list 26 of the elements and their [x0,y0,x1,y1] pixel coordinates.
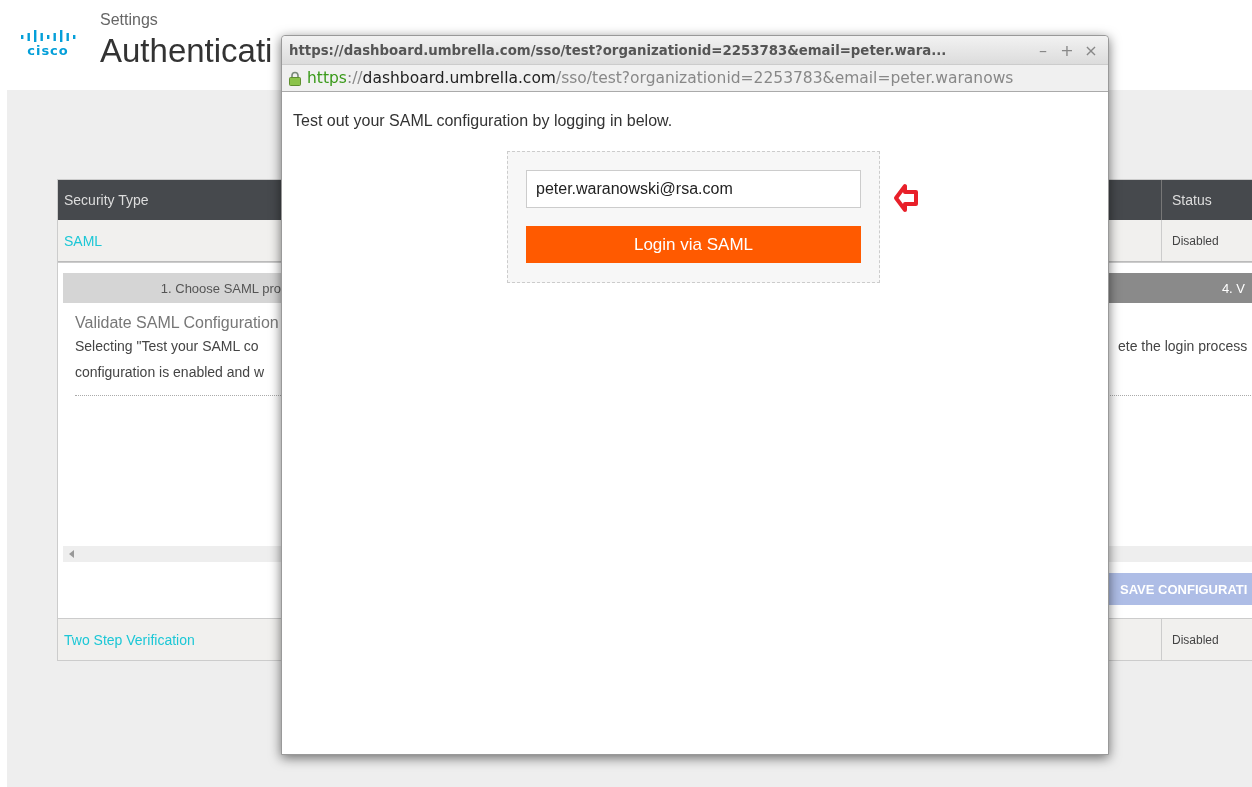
step-tab[interactable]: 1. Choose SAML pro [63,273,281,303]
login-button[interactable]: Login via SAML [526,226,861,263]
logo-text: cisco [27,44,69,58]
status-cell: Disabled [1161,220,1252,261]
page-title: Authenticati [100,31,273,71]
breadcrumb: Settings [100,10,159,30]
status-cell: Disabled [1161,619,1252,660]
column-header: Security Type [63,191,150,210]
email-field[interactable]: peter.waranowski@rsa.com [526,170,861,208]
window-control[interactable]: × [1080,40,1102,60]
description-text: configuration is enabled and w [75,363,266,382]
security-type-link[interactable]: SAML [64,232,103,249]
arrow-icon [893,181,919,215]
description-text: Selecting "Test your SAML co [75,337,260,356]
security-type-link[interactable]: Two Step Verification [64,631,195,648]
lock-icon [289,70,301,86]
url-text: https://dashboard.umbrella.com/sso/test?organizationid=2253783&email=peter.waranows [307,69,1014,87]
section-heading: Validate SAML Configuration [75,313,280,333]
step-tab[interactable]: 4. V [1107,273,1252,303]
scroll-left-icon[interactable] [69,550,74,558]
logo-bars-icon [20,29,76,43]
window-control[interactable]: + [1056,40,1078,60]
window-title: https://dashboard.umbrella.com/sso/test?organizationid=2253783&email=peter.wara... [289,42,947,58]
instruction-text: Test out your SAML configuration by logging in below. [293,111,674,131]
description-text: ete the login process [1118,338,1248,354]
window-control[interactable]: – [1032,40,1054,60]
